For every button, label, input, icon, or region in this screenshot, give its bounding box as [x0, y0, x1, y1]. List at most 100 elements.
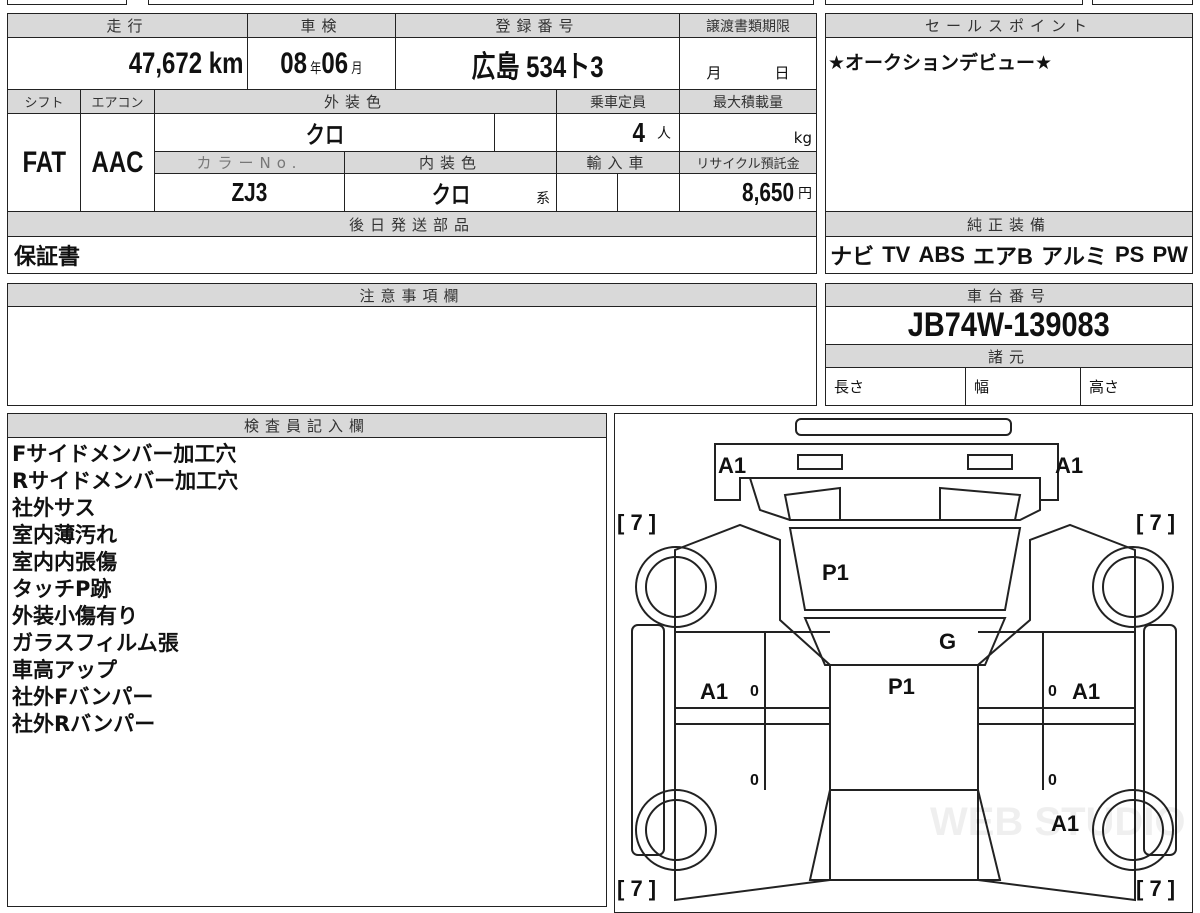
- equipment-item: PW: [1152, 242, 1188, 267]
- mileage-header: 走行: [7, 13, 248, 38]
- specs-header: 諸元: [825, 344, 1193, 368]
- damage-front-left: A1: [718, 453, 746, 478]
- inspection-cell: 08 年06 月: [247, 37, 396, 90]
- capacity-unit: 人: [657, 125, 671, 142]
- chassis-no-value: JB74W-139083: [908, 306, 1110, 344]
- capacity-value: 4: [632, 116, 646, 148]
- shift-cell: FAT: [7, 113, 81, 212]
- color-no-header: カラーNo.: [154, 151, 345, 174]
- inspection-value: 08 年06 月: [280, 46, 363, 80]
- color-no-cell: ZJ3: [154, 173, 345, 212]
- inspector-note: 車高アップ: [12, 658, 117, 682]
- capacity-header: 乗車定員: [556, 89, 680, 114]
- top-strip-cell: [148, 0, 814, 5]
- inspector-header: 検査員記入欄: [7, 413, 607, 438]
- front-panel: [748, 476, 1041, 521]
- registration-value: 広島 534ト3: [471, 50, 604, 84]
- mileage-value: 47,672 km: [128, 46, 243, 80]
- equipment-item: TV: [882, 242, 911, 267]
- notes-cell: [7, 306, 817, 406]
- inspector-note: ガラスフィルム張: [12, 631, 179, 655]
- equipment-item: ナビ: [830, 244, 875, 269]
- bracket-top-left: [ 7 ]: [617, 510, 656, 535]
- glass-shape: [802, 616, 1007, 666]
- damage-roof: P1: [888, 674, 915, 699]
- car-diagram: WEB STUDIO A1 A1 [ 7 ] [ 7 ] [ 7 ] [ 7 ]…: [614, 413, 1193, 913]
- chassis-no-cell: JB74W-139083: [825, 306, 1193, 345]
- zero-mark: 0: [750, 683, 759, 700]
- damage-glass: G: [939, 629, 956, 654]
- equipment-item: エアB: [973, 244, 1033, 269]
- transfer-deadline-cell: 月 日: [679, 37, 817, 90]
- sales-point-cell: ★オークションデビュー★: [825, 37, 1193, 212]
- zero-mark: 0: [1048, 683, 1057, 700]
- aircon-cell: AAC: [80, 113, 155, 212]
- damage-front-right: A1: [1055, 453, 1083, 478]
- imported-cell: [556, 173, 618, 212]
- interior-color-suffix: 系: [536, 191, 550, 207]
- top-strip-cell: [825, 0, 1083, 5]
- top-strip-cell: [7, 0, 127, 5]
- color-no-value: ZJ3: [231, 177, 268, 207]
- damage-rear-right: A1: [1051, 811, 1079, 836]
- later-parts-header: 後日発送部品: [7, 211, 817, 237]
- interior-color-cell: クロ 系: [344, 173, 557, 212]
- inspector-note: Rサイドメンバー加工穴: [12, 469, 239, 493]
- recycle-fee-cell: 8,650 円: [679, 173, 817, 212]
- width-label: 幅: [974, 378, 990, 396]
- aircon-value: AAC: [91, 145, 144, 179]
- height-label: 高さ: [1089, 378, 1120, 396]
- length-cell: 長さ: [825, 367, 966, 406]
- damage-left-door: A1: [700, 679, 728, 704]
- shift-header: シフト: [7, 89, 81, 114]
- shift-value: FAT: [22, 145, 66, 179]
- bracket-top-right: [ 7 ]: [1136, 510, 1175, 535]
- damage-right-door: A1: [1072, 679, 1100, 704]
- bracket-bottom-left: [ 7 ]: [617, 876, 656, 901]
- width-cell: 幅: [965, 367, 1081, 406]
- interior-color-header: 内装色: [344, 151, 557, 174]
- aircon-header: エアコン: [80, 89, 155, 114]
- recycle-fee-value: 8,650: [741, 177, 794, 207]
- sales-point-header: セールスポイント: [825, 13, 1193, 38]
- headlight-left: [796, 453, 843, 470]
- later-parts-cell: 保証書: [7, 236, 817, 274]
- hood-outline: [713, 442, 1059, 501]
- recycle-fee-header: リサイクル預託金: [679, 151, 817, 174]
- inspector-note: 社外サス: [12, 496, 96, 520]
- bracket-bottom-right: [ 7 ]: [1136, 876, 1175, 901]
- inspector-note: Fサイドメンバー加工穴: [12, 442, 237, 466]
- sales-point-value: ★オークションデビュー★: [828, 52, 1053, 74]
- later-parts-value: 保証書: [14, 245, 81, 270]
- registration-cell: 広島 534ト3: [395, 37, 680, 90]
- zero-mark: 0: [750, 772, 759, 789]
- wheel-fr: [1091, 545, 1174, 628]
- imported-cell-2: [617, 173, 680, 212]
- transfer-day: 日: [774, 64, 790, 82]
- left-side-shape: [673, 523, 831, 901]
- transfer-deadline-header: 譲渡書類期限: [679, 13, 817, 38]
- exterior-color-value: クロ: [305, 122, 344, 149]
- equipment-item: ABS: [918, 242, 965, 267]
- headlight-right: [966, 453, 1013, 470]
- inspection-header: 車検: [247, 13, 396, 38]
- inspector-note: 室内薄汚れ: [12, 523, 117, 547]
- exterior-color-extra-cell: [494, 113, 557, 152]
- car-diagram-svg: WEB STUDIO A1 A1 [ 7 ] [ 7 ] [ 7 ] [ 7 ]…: [617, 417, 1185, 901]
- imported-header: 輸入車: [556, 151, 680, 174]
- notes-header: 注意事項欄: [7, 283, 817, 307]
- inspector-note: タッチP跡: [12, 577, 112, 601]
- equipment-item: アルミ: [1041, 244, 1107, 269]
- max-load-cell: kg: [679, 113, 817, 152]
- inspector-note: 室内内張傷: [12, 550, 117, 574]
- capacity-cell: 4人: [556, 113, 680, 152]
- recycle-fee-unit: 円: [798, 185, 812, 202]
- equipment-item: PS: [1114, 242, 1145, 267]
- chassis-no-header: 車台番号: [825, 283, 1193, 307]
- interior-color-value: クロ: [431, 182, 470, 209]
- length-label: 長さ: [834, 378, 865, 396]
- inspector-note: 外装小傷有り: [12, 604, 138, 628]
- transfer-month: 月: [706, 64, 722, 82]
- equipment-cell: ナビ TV ABS エアB アルミ PS PW: [825, 236, 1193, 274]
- height-cell: 高さ: [1080, 367, 1193, 406]
